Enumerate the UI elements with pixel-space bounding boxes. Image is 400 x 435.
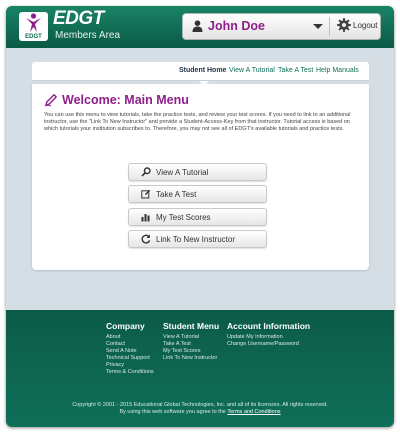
edit-icon xyxy=(141,189,151,199)
terms-prefix: By using this web software you agree to … xyxy=(119,409,226,415)
app-frame: EDGT EDGT Members Area John Doe Logout S… xyxy=(6,6,394,427)
footer-heading: Company xyxy=(106,321,145,331)
footer-link-update-info[interactable]: Update My Information xyxy=(227,334,310,341)
my-test-scores-button[interactable]: My Test Scores xyxy=(128,208,267,226)
nav-view-tutorial[interactable]: View A Tutorial xyxy=(229,67,275,74)
footer-heading: Account Information xyxy=(227,321,311,331)
bar-chart-icon xyxy=(141,214,150,222)
nav-help-manuals[interactable]: Help Manuals xyxy=(316,67,359,74)
footer-company: Company About Contact Send A Note Techni… xyxy=(106,321,154,376)
page-title: Welcome: Main Menu xyxy=(62,93,189,107)
search-icon xyxy=(141,167,151,177)
footer: Company About Contact Send A Note Techni… xyxy=(6,310,394,427)
user-icon xyxy=(192,20,203,32)
terms-line: By using this web software you agree to … xyxy=(6,409,394,416)
copyright: Copyright © 2001 - 2015 Educational Glob… xyxy=(6,402,394,416)
user-name[interactable]: John Doe xyxy=(208,19,265,33)
user-panel: John Doe Logout xyxy=(182,13,381,40)
pencil-icon xyxy=(44,94,57,107)
refresh-icon xyxy=(141,234,151,244)
footer-student-menu: Student Menu View A Tutorial Take A Test… xyxy=(163,321,219,362)
logo-text: EDGT xyxy=(25,34,42,40)
intro-text: You can use this menu to view tutorials,… xyxy=(44,112,351,133)
link-instructor-button[interactable]: Link To New Instructor xyxy=(128,230,267,248)
gear-icon xyxy=(337,18,351,32)
footer-heading: Student Menu xyxy=(163,321,220,331)
terms-link[interactable]: Terms and Conditions xyxy=(227,409,280,415)
main-card: Welcome: Main Menu You can use this menu… xyxy=(32,84,369,270)
footer-link-contact[interactable]: Contact xyxy=(106,341,154,348)
logo[interactable]: EDGT xyxy=(19,12,48,41)
button-label: Link To New Instructor xyxy=(156,235,235,244)
top-nav: Student Home View A Tutorial Take A Test… xyxy=(32,62,369,81)
logo-figure-icon xyxy=(26,13,41,32)
divider xyxy=(329,17,330,36)
footer-account: Account Information Update My Informatio… xyxy=(227,321,310,348)
nav-take-test[interactable]: Take A Test xyxy=(278,67,313,74)
footer-link-test-scores[interactable]: My Test Scores xyxy=(163,348,219,355)
footer-link-about[interactable]: About xyxy=(106,334,154,341)
footer-link-privacy[interactable]: Privacy xyxy=(106,362,154,369)
button-label: View A Tutorial xyxy=(156,168,209,177)
take-test-button[interactable]: Take A Test xyxy=(128,185,267,203)
footer-link-tech-support[interactable]: Technical Support xyxy=(106,355,154,362)
button-label: Take A Test xyxy=(156,190,197,199)
button-label: My Test Scores xyxy=(156,213,211,222)
view-tutorial-button[interactable]: View A Tutorial xyxy=(128,163,267,181)
nav-student-home[interactable]: Student Home xyxy=(179,67,226,74)
footer-link-terms[interactable]: Terms & Conditions xyxy=(106,369,154,376)
footer-link-take-test[interactable]: Take A Test xyxy=(163,341,219,348)
brand-title: EDGT xyxy=(53,8,104,29)
brand-subtitle: Members Area xyxy=(55,30,121,41)
footer-link-view-tutorial[interactable]: View A Tutorial xyxy=(163,334,219,341)
header: EDGT EDGT Members Area John Doe Logout xyxy=(6,6,394,48)
footer-link-new-instructor[interactable]: Link To New Instructor xyxy=(163,355,219,362)
footer-link-send-note[interactable]: Send A Note xyxy=(106,348,154,355)
footer-link-change-password[interactable]: Change Username/Password xyxy=(227,341,310,348)
logout-button[interactable]: Logout xyxy=(333,14,381,39)
logout-label: Logout xyxy=(353,21,378,30)
chevron-down-icon[interactable] xyxy=(313,24,323,29)
copyright-text: Copyright © 2001 - 2015 Educational Glob… xyxy=(72,402,328,408)
